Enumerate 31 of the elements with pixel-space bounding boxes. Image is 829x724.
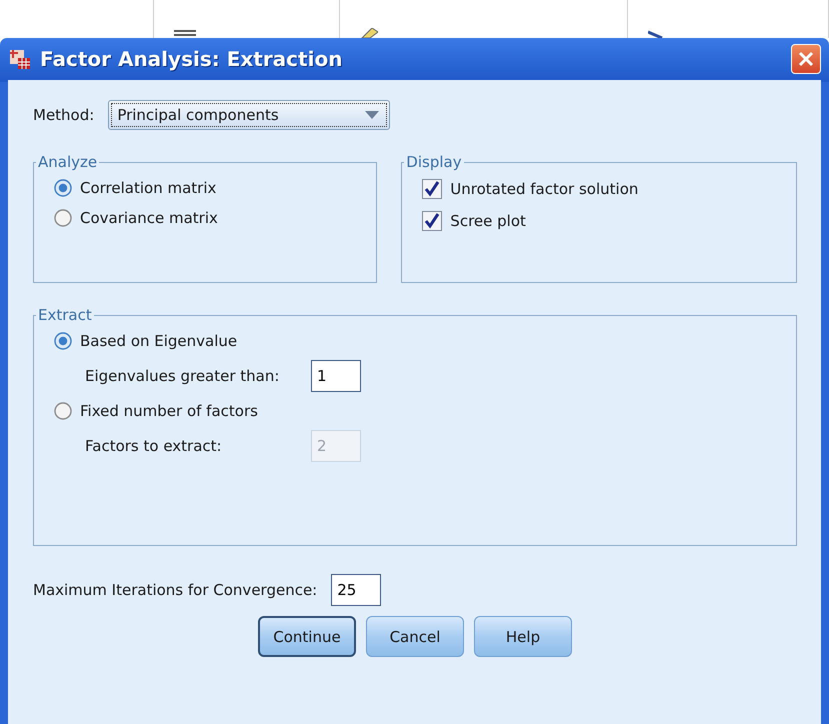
radio-button[interactable] [54, 332, 72, 350]
option-label: Unrotated factor solution [450, 180, 638, 198]
app-icon [8, 47, 32, 71]
dialog-button[interactable]: Help [474, 616, 572, 657]
radio-button[interactable] [54, 209, 72, 227]
option-label: Covariance matrix [80, 209, 218, 227]
input-field[interactable]: 1 [311, 360, 361, 392]
option-label: Correlation matrix [80, 179, 216, 197]
checkbox[interactable] [422, 211, 442, 231]
window-title: Factor Analysis: Extraction [40, 47, 344, 71]
caret-icon [365, 111, 380, 119]
checkbox[interactable] [422, 179, 442, 199]
field-label: Factors to extract: [85, 437, 223, 455]
align-icon [174, 30, 196, 38]
close-icon [798, 51, 814, 67]
dialog-button[interactable]: Cancel [366, 616, 464, 657]
group-label: Analyze [37, 153, 98, 171]
iterations-label: Maximum Iterations for Convergence: [33, 581, 318, 599]
group-label: Display [405, 153, 463, 171]
group-label: Extract [37, 306, 93, 324]
option-label: Scree plot [450, 212, 526, 230]
option-label: Fixed number of factors [80, 402, 258, 420]
input-field[interactable]: 25 [331, 574, 382, 606]
method-label: Method: [33, 106, 94, 124]
close-button[interactable] [791, 44, 821, 74]
method-dropdown[interactable]: Principal components [108, 100, 390, 130]
option-label: Based on Eigenvalue [80, 332, 238, 350]
field-label: Eigenvalues greater than: [85, 367, 280, 385]
radio-button[interactable] [54, 179, 72, 197]
radio-button[interactable] [54, 402, 72, 420]
dialog-button[interactable]: Continue [258, 616, 356, 657]
